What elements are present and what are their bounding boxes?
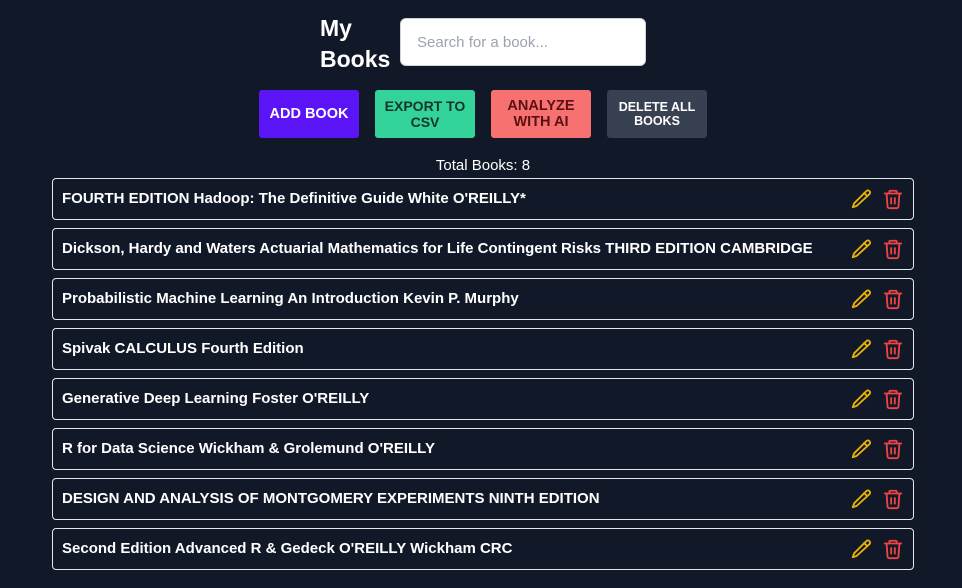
list-item: Probabilistic Machine Learning An Introd… [52,278,914,320]
trash-icon[interactable] [882,238,904,260]
pencil-icon[interactable] [850,188,872,210]
header: My Books [0,0,962,80]
trash-icon[interactable] [882,438,904,460]
trash-icon[interactable] [882,388,904,410]
book-title: FOURTH EDITION Hadoop: The Definitive Gu… [62,190,526,207]
trash-icon[interactable] [882,288,904,310]
list-item: Generative Deep Learning Foster O'REILLY [52,378,914,420]
pencil-icon[interactable] [850,488,872,510]
book-title: Probabilistic Machine Learning An Introd… [62,290,519,307]
pencil-icon[interactable] [850,438,872,460]
export-csv-button[interactable]: EXPORT TO CSV [375,90,475,138]
trash-icon[interactable] [882,488,904,510]
pencil-icon[interactable] [850,288,872,310]
book-title: DESIGN AND ANALYSIS OF MONTGOMERY EXPERI… [62,490,600,507]
book-title: Generative Deep Learning Foster O'REILLY [62,390,370,407]
total-books-count: Total Books: 8 [435,157,531,174]
book-title: Dickson, Hardy and Waters Actuarial Math… [62,240,813,257]
list-item: Spivak CALCULUS Fourth Edition [52,328,914,370]
book-title: R for Data Science Wickham & Grolemund O… [62,440,435,457]
pencil-icon[interactable] [850,338,872,360]
list-item: Second Edition Advanced R & Gedeck O'REI… [52,528,914,570]
search-input[interactable] [400,18,646,66]
book-list: FOURTH EDITION Hadoop: The Definitive Gu… [52,178,914,578]
add-book-button[interactable]: ADD BOOK [259,90,359,138]
list-item: Dickson, Hardy and Waters Actuarial Math… [52,228,914,270]
page-title: My Books [320,15,391,72]
trash-icon[interactable] [882,188,904,210]
delete-all-books-button[interactable]: DELETE ALL BOOKS [607,90,707,138]
trash-icon[interactable] [882,538,904,560]
book-title: Spivak CALCULUS Fourth Edition [62,340,304,357]
list-item: FOURTH EDITION Hadoop: The Definitive Gu… [52,178,914,220]
list-item: DESIGN AND ANALYSIS OF MONTGOMERY EXPERI… [52,478,914,520]
analyze-ai-button[interactable]: ANALYZE WITH AI [491,90,591,138]
pencil-icon[interactable] [850,538,872,560]
trash-icon[interactable] [882,338,904,360]
pencil-icon[interactable] [850,238,872,260]
list-item: R for Data Science Wickham & Grolemund O… [52,428,914,470]
book-title: Second Edition Advanced R & Gedeck O'REI… [62,540,513,557]
pencil-icon[interactable] [850,388,872,410]
